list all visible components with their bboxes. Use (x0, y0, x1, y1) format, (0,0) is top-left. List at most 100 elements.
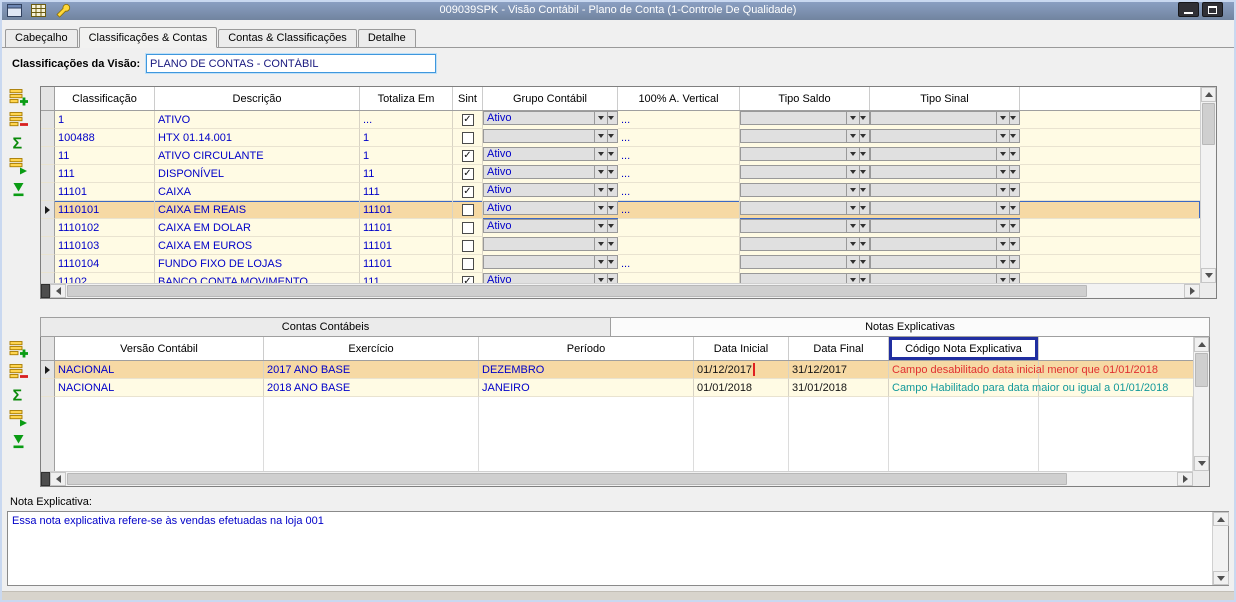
cell-grupo-contabil[interactable]: Ativo (483, 111, 618, 125)
scroll-down-button[interactable] (1194, 456, 1209, 471)
cell-sint[interactable] (453, 129, 483, 147)
scroll-up-button[interactable] (1213, 512, 1229, 526)
cell-tipo-sinal[interactable] (870, 219, 1020, 233)
grid1-horizontal-scrollbar[interactable] (41, 283, 1200, 298)
nota-vertical-scrollbar[interactable] (1212, 512, 1228, 585)
column-header-versao-contabil[interactable]: Versão Contábil (55, 337, 264, 360)
scroll-left-button[interactable] (50, 472, 66, 486)
cell-descricao[interactable]: ATIVO (155, 111, 360, 129)
cell-classificacao[interactable]: 11102 (55, 273, 155, 283)
scroll-up-button[interactable] (1201, 87, 1216, 102)
sint-checkbox[interactable]: ✓ (462, 186, 474, 198)
cell-vertical[interactable]: ... (618, 111, 740, 129)
cell-tipo-saldo[interactable] (740, 183, 870, 197)
sint-checkbox[interactable]: ✓ (462, 276, 474, 284)
tipo-sinal-dropdown[interactable] (996, 147, 1010, 161)
scroll-track[interactable] (1088, 284, 1184, 298)
cell-classificacao[interactable]: 100488 (55, 129, 155, 147)
cell-grupo-contabil[interactable] (483, 129, 618, 143)
tipo-saldo-dropdown[interactable] (846, 255, 860, 269)
cell-totaliza-em[interactable]: ... (360, 111, 453, 129)
cell-classificacao[interactable]: 1110101 (55, 201, 155, 219)
tipo-sinal-dropdown[interactable] (996, 219, 1010, 233)
tipo-sinal-dropdown[interactable] (996, 183, 1010, 197)
column-header-100-a-vertical[interactable]: 100% A. Vertical (618, 87, 740, 110)
cell-grupo-contabil[interactable]: Ativo (483, 201, 618, 215)
tipo-sinal-dropdown[interactable] (996, 237, 1010, 251)
tipo-sinal-dropdown[interactable] (996, 255, 1010, 269)
cell-nota[interactable]: Campo Habilitado para data maior ou igua… (889, 379, 1039, 397)
subtab-notas-explicativas[interactable]: Notas Explicativas (610, 317, 1210, 337)
cell-periodo[interactable]: JANEIRO (479, 379, 694, 397)
tipo-saldo-dropdown[interactable] (846, 183, 860, 197)
cell-descricao[interactable]: CAIXA (155, 183, 360, 201)
cell-grupo-contabil[interactable]: Ativo (483, 183, 618, 197)
cell-grupo-contabil[interactable]: Ativo (483, 273, 618, 283)
sint-checkbox[interactable] (462, 258, 474, 270)
cell-exercicio[interactable]: 2017 ANO BASE (264, 361, 479, 379)
grupo-contabil-dropdown[interactable] (594, 255, 608, 269)
sint-checkbox[interactable] (462, 132, 474, 144)
subtab-contas-contabeis[interactable]: Contas Contábeis (40, 317, 611, 337)
table-row[interactable]: 1110103CAIXA EM EUROS11101 (41, 237, 1200, 255)
cell-descricao[interactable]: CAIXA EM REAIS (155, 201, 360, 219)
grupo-contabil-dropdown[interactable] (594, 201, 608, 215)
cell-vertical[interactable] (618, 273, 740, 283)
tab-classificacoes-contas[interactable]: Classificações & Contas (79, 27, 218, 48)
table-row[interactable]: 1ATIVO...✓Ativo... (41, 111, 1200, 129)
table-row[interactable]: 100488HTX 01.14.0011... (41, 129, 1200, 147)
tipo-saldo-dropdown[interactable] (846, 111, 860, 125)
notes-grid[interactable]: Versão ContábilExercícioPeríodoData Inic… (40, 336, 1210, 487)
cell-totaliza-em[interactable]: 111 (360, 273, 453, 283)
cell-vertical[interactable] (618, 219, 740, 237)
cell-totaliza-em[interactable]: 1 (360, 147, 453, 165)
cell-tipo-sinal[interactable] (870, 201, 1020, 215)
insert-record-button[interactable] (7, 340, 29, 360)
cell-tipo-sinal[interactable] (870, 255, 1020, 269)
cell-tipo-saldo[interactable] (740, 273, 870, 283)
pane-splitter[interactable] (41, 472, 50, 486)
cell-classificacao[interactable]: 1110103 (55, 237, 155, 255)
tipo-saldo-dropdown[interactable] (846, 129, 860, 143)
cell-sint[interactable] (453, 219, 483, 237)
cell-nota[interactable]: Campo desabilitado data inicial menor qu… (889, 361, 1039, 379)
column-header-grupo-contabil[interactable]: Grupo Contábil (483, 87, 618, 110)
cell-descricao[interactable]: BANCO CONTA MOVIMENTO (155, 273, 360, 283)
go-last-button[interactable] (7, 432, 29, 452)
cell-vertical[interactable]: ... (618, 201, 740, 219)
table-row[interactable]: 111DISPONÍVEL11✓Ativo... (41, 165, 1200, 183)
column-header-data-final[interactable]: Data Final (789, 337, 889, 360)
cell-tipo-sinal[interactable] (870, 129, 1020, 143)
cell-descricao[interactable]: DISPONÍVEL (155, 165, 360, 183)
grid1-vertical-scrollbar[interactable] (1200, 87, 1216, 283)
column-header-totaliza-em[interactable]: Totaliza Em (360, 87, 453, 110)
go-last-button[interactable] (7, 180, 29, 200)
scroll-up-button[interactable] (1194, 337, 1209, 352)
cell-grupo-contabil[interactable] (483, 237, 618, 251)
tipo-sinal-dropdown[interactable] (996, 273, 1010, 283)
tipo-sinal-dropdown[interactable] (996, 201, 1010, 215)
refresh-button[interactable] (7, 157, 29, 177)
cell-sint[interactable]: ✓ (453, 147, 483, 165)
column-header-sint[interactable]: Sint (453, 87, 483, 110)
column-header-exercicio[interactable]: Exercício (264, 337, 479, 360)
cell-classificacao[interactable]: 111 (55, 165, 155, 183)
scroll-track[interactable] (1068, 472, 1177, 486)
grupo-contabil-dropdown[interactable] (594, 129, 608, 143)
table-row[interactable]: 1110101CAIXA EM REAIS11101Ativo... (41, 201, 1200, 219)
sum-button[interactable]: Σ (7, 386, 29, 406)
cell-versao[interactable]: NACIONAL (55, 379, 264, 397)
refresh-button[interactable] (7, 409, 29, 429)
insert-record-button[interactable] (7, 88, 29, 108)
tipo-saldo-dropdown[interactable] (846, 201, 860, 215)
cell-vertical[interactable]: ... (618, 129, 740, 147)
cell-sint[interactable]: ✓ (453, 111, 483, 129)
cell-tipo-saldo[interactable] (740, 165, 870, 179)
scroll-thumb[interactable] (67, 285, 1087, 297)
vision-input[interactable] (146, 54, 436, 73)
table-row[interactable]: 11ATIVO CIRCULANTE1✓Ativo... (41, 147, 1200, 165)
column-header-periodo[interactable]: Período (479, 337, 694, 360)
table-row[interactable]: 11101CAIXA111✓Ativo... (41, 183, 1200, 201)
cell-tipo-saldo[interactable] (740, 219, 870, 233)
sint-checkbox[interactable]: ✓ (462, 150, 474, 162)
